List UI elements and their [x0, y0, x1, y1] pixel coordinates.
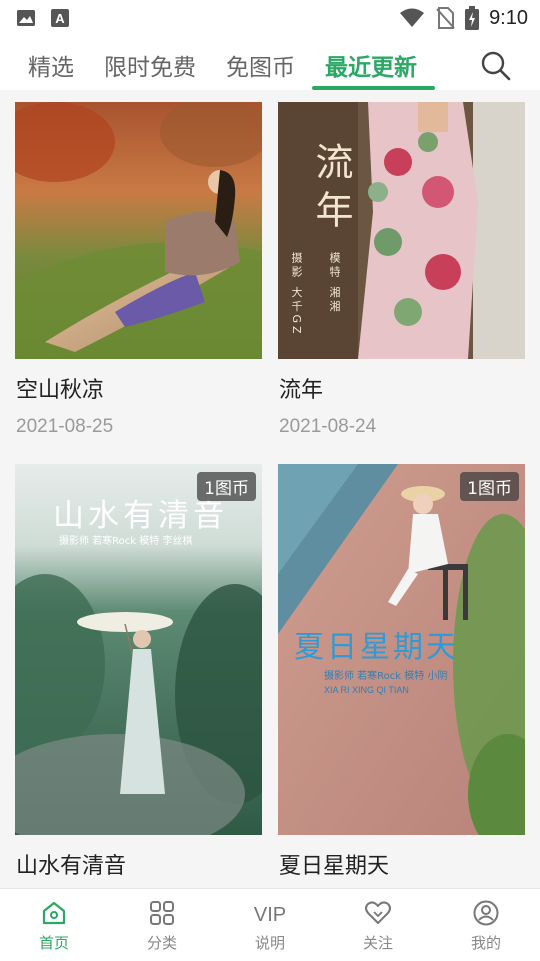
- album-card[interactable]: 空山秋凉 2021-08-25: [15, 102, 262, 452]
- album-card[interactable]: 流年 摄影 大千GZ 模特 湘湘 流年 2021-08-24: [278, 102, 525, 452]
- album-title: 空山秋凉: [16, 378, 105, 403]
- tab-limited-free[interactable]: 限时免费: [104, 48, 196, 82]
- status-bar: A 9:10: [0, 0, 540, 36]
- tab-recent-updates[interactable]: 最近更新: [325, 48, 417, 82]
- price-badge: 1图币: [197, 472, 256, 501]
- nav-label: 说明: [254, 934, 285, 952]
- cover-credit: 摄影师 若寒Rock 模特 小阴: [324, 671, 448, 682]
- tab-featured[interactable]: 精选: [28, 48, 74, 82]
- album-cover: 山水有清音 摄影师 若寒Rock 模特 李丝棋 1图币: [15, 464, 262, 835]
- cover-title: 夏日星期天: [294, 630, 459, 665]
- bottom-nav: 首页 分类 VIP 说明 关注 我的: [0, 888, 540, 961]
- tab-bar: 精选 限时免费 免图币 最近更新: [0, 36, 540, 90]
- cover-credit: 摄影 大千GZ: [290, 252, 303, 337]
- wifi-icon: [400, 8, 425, 27]
- a-icon: A: [51, 9, 69, 27]
- user-icon: [473, 900, 499, 926]
- home-icon: [42, 901, 66, 925]
- album-cover: 夏日星期天 摄影师 若寒Rock 模特 小阴 XIA RI XING QI TI…: [278, 464, 525, 835]
- album-date: 2021-08-24: [279, 416, 377, 437]
- nav-category[interactable]: 分类: [122, 899, 202, 953]
- album-grid: 空山秋凉 2021-08-25 流年 摄影 大千GZ 模特 湘湘 流年 2021…: [0, 90, 540, 888]
- status-time: 9:10: [489, 6, 528, 29]
- nav-label: 我的: [470, 934, 501, 952]
- nav-home[interactable]: 首页: [14, 899, 94, 953]
- nav-label: 关注: [362, 934, 393, 952]
- tab-free-coin[interactable]: 免图币: [226, 48, 295, 82]
- nav-mine[interactable]: 我的: [446, 899, 526, 953]
- heart-icon: [365, 901, 391, 924]
- album-cover: 流年 摄影 大千GZ 模特 湘湘: [278, 102, 525, 359]
- album-card[interactable]: 夏日星期天 摄影师 若寒Rock 模特 小阴 XIA RI XING QI TI…: [278, 464, 525, 888]
- no-sim-icon: [436, 7, 455, 29]
- image-icon: [17, 10, 35, 26]
- svg-text:A: A: [55, 11, 65, 26]
- album-title: 流年: [279, 378, 324, 403]
- cover-subtitle: XIA RI XING QI TIAN: [324, 685, 409, 695]
- nav-label: 分类: [146, 934, 177, 952]
- vip-icon: VIP: [254, 904, 286, 926]
- grid-icon: [150, 901, 174, 925]
- album-card[interactable]: 山水有清音 摄影师 若寒Rock 模特 李丝棋 1图币 山水有清音: [15, 464, 262, 888]
- cover-title: 流年: [309, 142, 353, 238]
- search-icon[interactable]: [478, 48, 512, 82]
- album-date: 2021-08-25: [16, 416, 114, 437]
- battery-charging-icon: [465, 6, 480, 30]
- nav-label: 首页: [38, 934, 69, 952]
- album-title: 夏日星期天: [279, 854, 390, 879]
- cover-credit: 模特 湘湘: [328, 252, 341, 315]
- album-cover: [15, 102, 262, 359]
- nav-vip[interactable]: VIP 说明: [230, 899, 310, 953]
- album-title: 山水有清音: [16, 854, 127, 879]
- svg-text:VIP: VIP: [254, 904, 286, 926]
- nav-follow[interactable]: 关注: [338, 899, 418, 953]
- price-badge: 1图币: [460, 472, 519, 501]
- cover-credit: 摄影师 若寒Rock 模特 李丝棋: [59, 536, 193, 547]
